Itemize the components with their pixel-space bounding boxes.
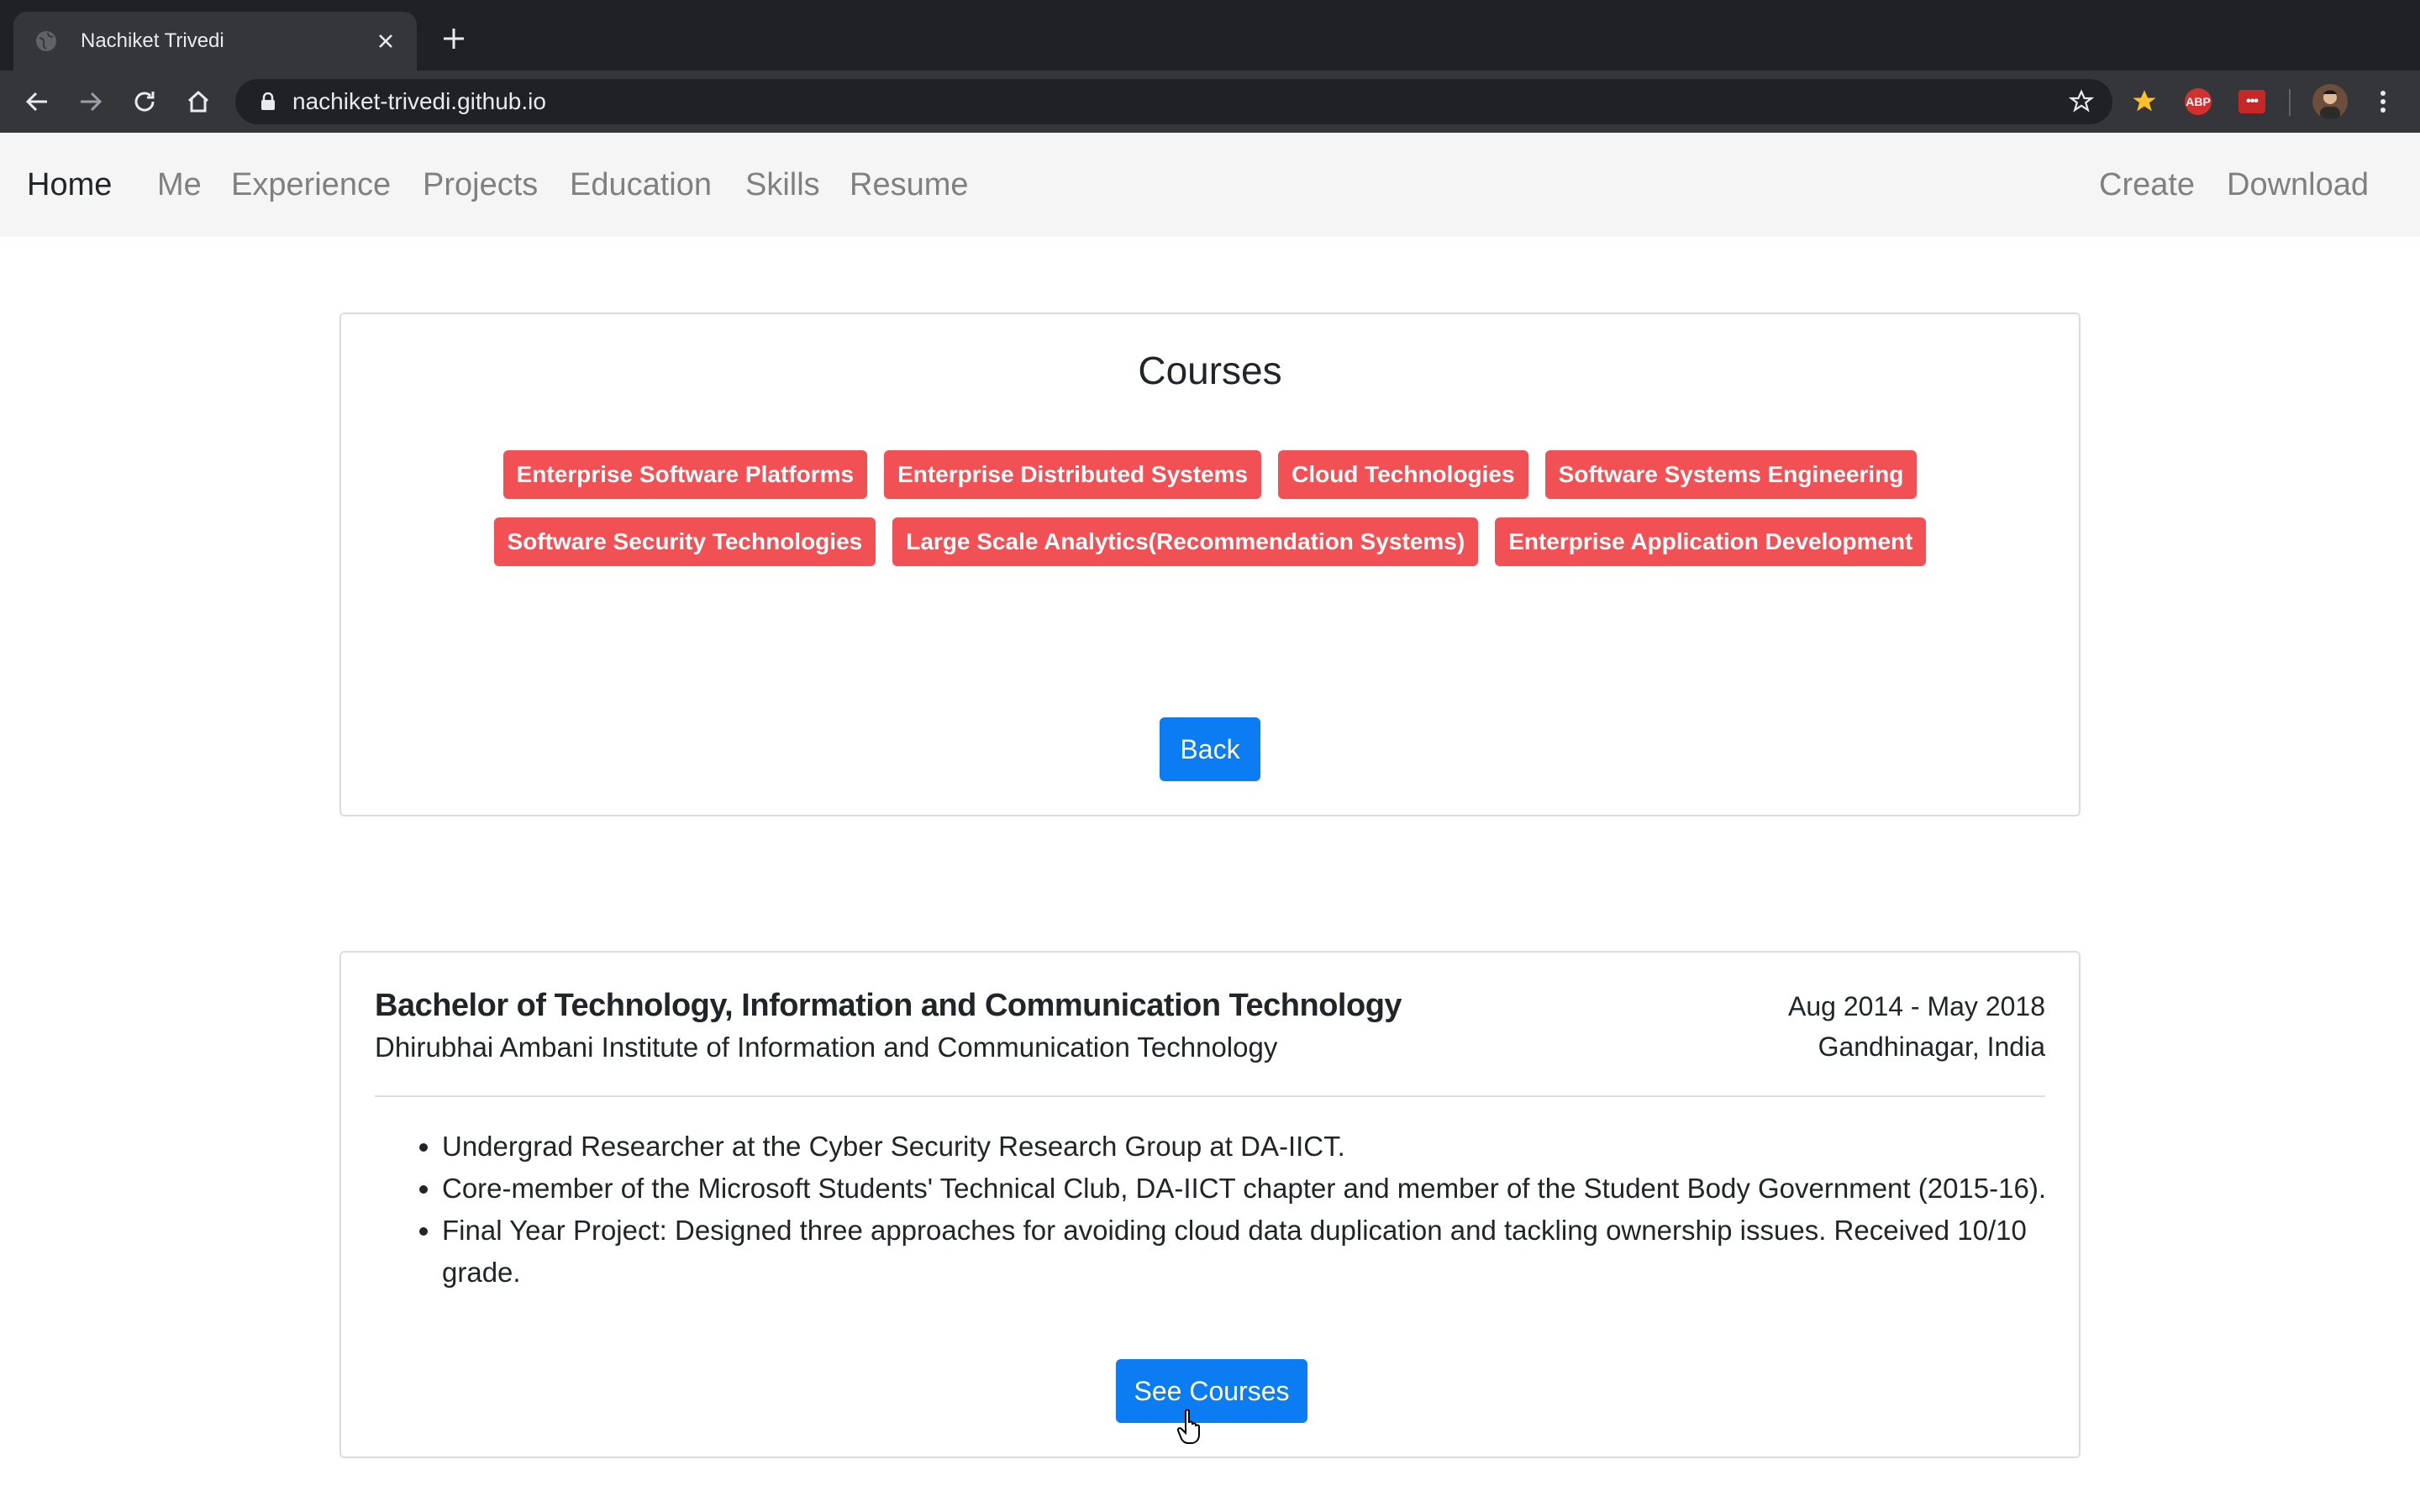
course-badge: Enterprise Software Platforms xyxy=(502,450,868,499)
profile-avatar[interactable] xyxy=(2312,84,2348,119)
course-badge-row-1: Enterprise Software Platforms Enterprise… xyxy=(341,450,2079,499)
course-badge: Enterprise Distributed Systems xyxy=(884,450,1262,499)
degree-highlights-list: Undergrad Researcher at the Cyber Securi… xyxy=(375,1126,2089,1294)
forward-arrow-icon[interactable] xyxy=(74,85,108,118)
address-bar[interactable]: nachiket-trivedi.github.io xyxy=(235,79,2112,124)
degree-location: Gandhinagar, India xyxy=(1818,1032,2045,1062)
see-courses-button[interactable]: See Courses xyxy=(1116,1359,1307,1423)
starred-extension-icon[interactable] xyxy=(2129,87,2160,117)
toolbar-divider xyxy=(2289,89,2291,116)
nav-home[interactable]: Home xyxy=(27,166,112,203)
tab-title: Nachiket Trivedi xyxy=(81,29,224,52)
education-card: Bachelor of Technology, Information and … xyxy=(339,951,2081,1458)
browser-toolbar: nachiket-trivedi.github.io ABP ••• xyxy=(0,71,2420,133)
new-tab-button[interactable] xyxy=(437,22,471,55)
course-badge: Software Systems Engineering xyxy=(1544,450,1918,499)
nav-education[interactable]: Education xyxy=(570,166,712,203)
list-item: Core-member of the Microsoft Students' T… xyxy=(442,1168,2089,1210)
degree-title: Bachelor of Technology, Information and … xyxy=(375,988,1402,1023)
back-arrow-icon[interactable] xyxy=(20,85,54,118)
nav-create[interactable]: Create xyxy=(2099,166,2195,203)
courses-title: Courses xyxy=(1138,349,1282,392)
nav-me[interactable]: Me xyxy=(157,166,202,203)
browser-tab-strip: Nachiket Trivedi xyxy=(0,0,2420,71)
close-tab-icon[interactable] xyxy=(373,29,398,54)
nav-download[interactable]: Download xyxy=(2227,166,2369,203)
nav-projects[interactable]: Projects xyxy=(423,166,538,203)
list-item: Final Year Project: Designed three appro… xyxy=(442,1210,2089,1294)
divider xyxy=(375,1095,2045,1097)
site-navbar: Home Me Experience Projects Education Sk… xyxy=(0,133,2420,237)
globe-icon xyxy=(34,29,59,54)
lock-icon xyxy=(261,92,275,110)
nav-resume[interactable]: Resume xyxy=(850,166,969,203)
password-manager-icon[interactable]: ••• xyxy=(2237,87,2267,117)
reload-icon[interactable] xyxy=(128,85,161,118)
degree-dates: Aug 2014 - May 2018 xyxy=(1788,991,2045,1021)
nav-experience[interactable]: Experience xyxy=(231,166,391,203)
course-badge: Software Security Technologies xyxy=(493,517,876,566)
course-badge: Enterprise Application Development xyxy=(1495,517,1927,566)
adblock-plus-icon[interactable]: ABP xyxy=(2183,87,2213,117)
course-badge-row-2: Software Security Technologies Large Sca… xyxy=(341,517,2079,566)
nav-skills[interactable]: Skills xyxy=(745,166,820,203)
browser-tab[interactable]: Nachiket Trivedi xyxy=(13,12,417,71)
back-button[interactable]: Back xyxy=(1160,717,1260,781)
list-item: Undergrad Researcher at the Cyber Securi… xyxy=(442,1126,2089,1168)
url-text: nachiket-trivedi.github.io xyxy=(292,88,546,114)
plus-icon xyxy=(444,29,464,49)
institution-name: Dhirubhai Ambani Institute of Informatio… xyxy=(375,1032,1278,1063)
course-badge: Cloud Technologies xyxy=(1278,450,1528,499)
course-badge: Large Scale Analytics(Recommendation Sys… xyxy=(892,517,1479,566)
courses-card: Courses Enterprise Software Platforms En… xyxy=(339,312,2081,816)
bookmark-star-icon[interactable] xyxy=(2069,89,2094,114)
home-icon[interactable] xyxy=(182,85,215,118)
kebab-menu-icon[interactable] xyxy=(2366,85,2400,118)
